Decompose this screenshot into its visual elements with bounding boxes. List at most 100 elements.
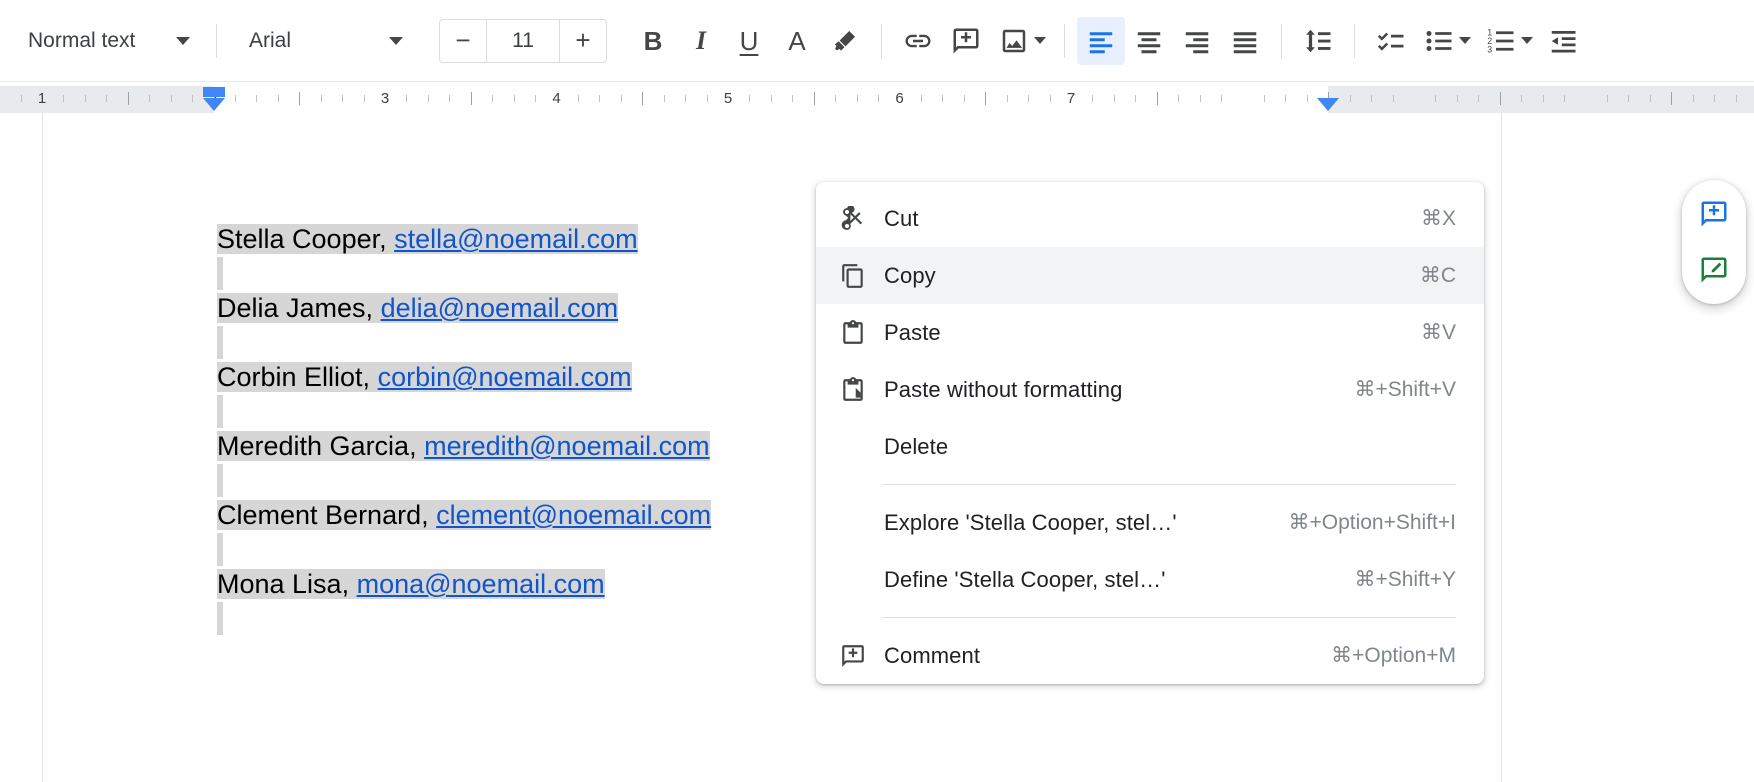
italic-button[interactable]: I [677,17,725,65]
menu-item-paste-without-formatting[interactable]: Paste without formatting ⌘+Shift+V [816,361,1484,418]
toolbar-divider [216,23,217,58]
ruler-tick [256,95,258,102]
numbered-list-icon: 1 2 3 [1487,27,1514,54]
ruler-tick [1649,95,1651,102]
toolbar-divider [881,23,882,58]
insert-image-icon [1002,29,1026,52]
contact-name: Delia James, [217,293,381,323]
left-indent-marker[interactable] [202,98,225,111]
add-comment-button[interactable] [942,17,990,65]
ruler-tick [878,95,880,102]
contact-email-link[interactable]: corbin@noemail.com [378,362,632,392]
contact-email-link[interactable]: stella@noemail.com [394,224,638,254]
ruler-tick [63,95,65,102]
paragraph-style-picker[interactable]: Normal text [14,19,204,63]
contact-email-link[interactable]: meredith@noemail.com [424,431,710,461]
selected-text: Clement Bernard, clement@noemail.com [217,500,712,530]
ruler-tick [642,92,644,105]
ruler-tick [1199,95,1201,102]
decrease-font-size-button[interactable]: − [440,20,486,62]
ruler-tick [1435,95,1437,102]
selected-text [217,326,223,359]
menu-item-shortcut: ⌘+Option+M [1331,644,1456,667]
chevron-down-icon [176,36,190,45]
bold-button[interactable]: B [629,17,677,65]
underline-button[interactable]: U [725,17,773,65]
increase-font-size-button[interactable]: + [560,20,606,62]
add-comment-side-button[interactable] [1690,190,1738,238]
ruler-tick [1049,95,1051,102]
align-left-button[interactable] [1077,16,1125,65]
selected-text: Mona Lisa, mona@noemail.com [217,569,605,599]
menu-item-comment[interactable]: Comment ⌘+Option+M [816,627,1484,684]
align-justify-button[interactable] [1221,17,1269,65]
font-family-picker[interactable]: Arial [235,19,417,63]
menu-item-explore-stella-cooper-stel[interactable]: Explore 'Stella Cooper, stel…' ⌘+Option+S… [816,494,1484,551]
ruler-tick [1285,95,1287,102]
ruler-tick [1478,95,1480,102]
ruler-tick [170,95,172,102]
ruler-tick [427,95,429,102]
ruler-tick [1135,95,1137,102]
ruler-tick [1671,92,1673,105]
align-left-icon [1089,31,1113,53]
highlight-color-button[interactable] [821,17,869,65]
insert-image-button[interactable] [990,17,1038,65]
bulleted-list-button[interactable] [1415,17,1463,65]
font-size-input[interactable]: 11 [486,19,560,62]
numbered-list-dropdown-icon[interactable] [1521,37,1533,44]
text-color-button[interactable]: A [773,17,821,65]
ruler[interactable]: 1234567 [0,82,1754,113]
ruler-tick [492,95,494,102]
add-comment-icon [840,643,884,669]
ruler-tick [749,95,751,102]
ruler-tick [985,92,987,105]
numbered-list-button[interactable]: 1 2 3 [1477,17,1525,65]
contact-name: Mona Lisa, [217,569,357,599]
selected-text: Stella Cooper, stella@noemail.com [217,224,638,254]
ruler-tick [342,95,344,102]
menu-item-copy[interactable]: Copy ⌘C [816,247,1484,304]
ruler-tick [1113,95,1115,102]
ruler-tick [20,95,22,102]
selected-text [217,257,223,290]
checklist-button[interactable] [1367,17,1415,65]
selected-text: Corbin Elliot, corbin@noemail.com [217,362,632,392]
decrease-indent-button[interactable] [1539,17,1587,65]
ruler-tick [535,95,537,102]
copy-icon [840,263,884,289]
ruler-tick [1221,95,1223,102]
ruler-tick [1006,95,1008,102]
toolbar-divider [1064,23,1065,58]
insert-image-dropdown-icon[interactable] [1034,37,1046,44]
ruler-tick [513,95,515,102]
bulleted-list-dropdown-icon[interactable] [1459,37,1471,44]
context-menu: Cut ⌘X Copy ⌘C Paste ⌘V Paste without formatti… [816,182,1484,684]
right-indent-marker[interactable] [1317,98,1340,111]
ruler-tick [856,95,858,102]
selected-text [217,464,223,497]
menu-item-label: Paste [884,319,941,345]
left-indent-bar[interactable] [202,87,225,97]
font-family-label: Arial [249,28,292,52]
selected-text [217,602,223,635]
decrease-indent-icon [1551,30,1576,52]
suggest-edits-side-button[interactable] [1690,246,1738,294]
ruler-tick [449,95,451,102]
insert-link-button[interactable] [894,17,942,65]
align-justify-icon [1233,31,1257,53]
contact-email-link[interactable]: delia@noemail.com [381,293,619,323]
align-center-button[interactable] [1125,17,1173,65]
contact-email-link[interactable]: mona@noemail.com [357,569,605,599]
ruler-tick [1306,95,1308,102]
menu-item-delete[interactable]: Delete [816,418,1484,475]
ruler-number: 5 [723,90,733,107]
align-right-button[interactable] [1173,17,1221,65]
menu-item-paste[interactable]: Paste ⌘V [816,304,1484,361]
menu-item-cut[interactable]: Cut ⌘X [816,190,1484,247]
contact-name: Clement Bernard, [217,500,437,530]
menu-item-shortcut: ⌘C [1419,264,1456,287]
line-spacing-button[interactable] [1294,17,1342,65]
menu-item-define-stella-cooper-stel[interactable]: Define 'Stella Cooper, stel…' ⌘+Shift+Y [816,551,1484,608]
contact-email-link[interactable]: clement@noemail.com [436,500,711,530]
